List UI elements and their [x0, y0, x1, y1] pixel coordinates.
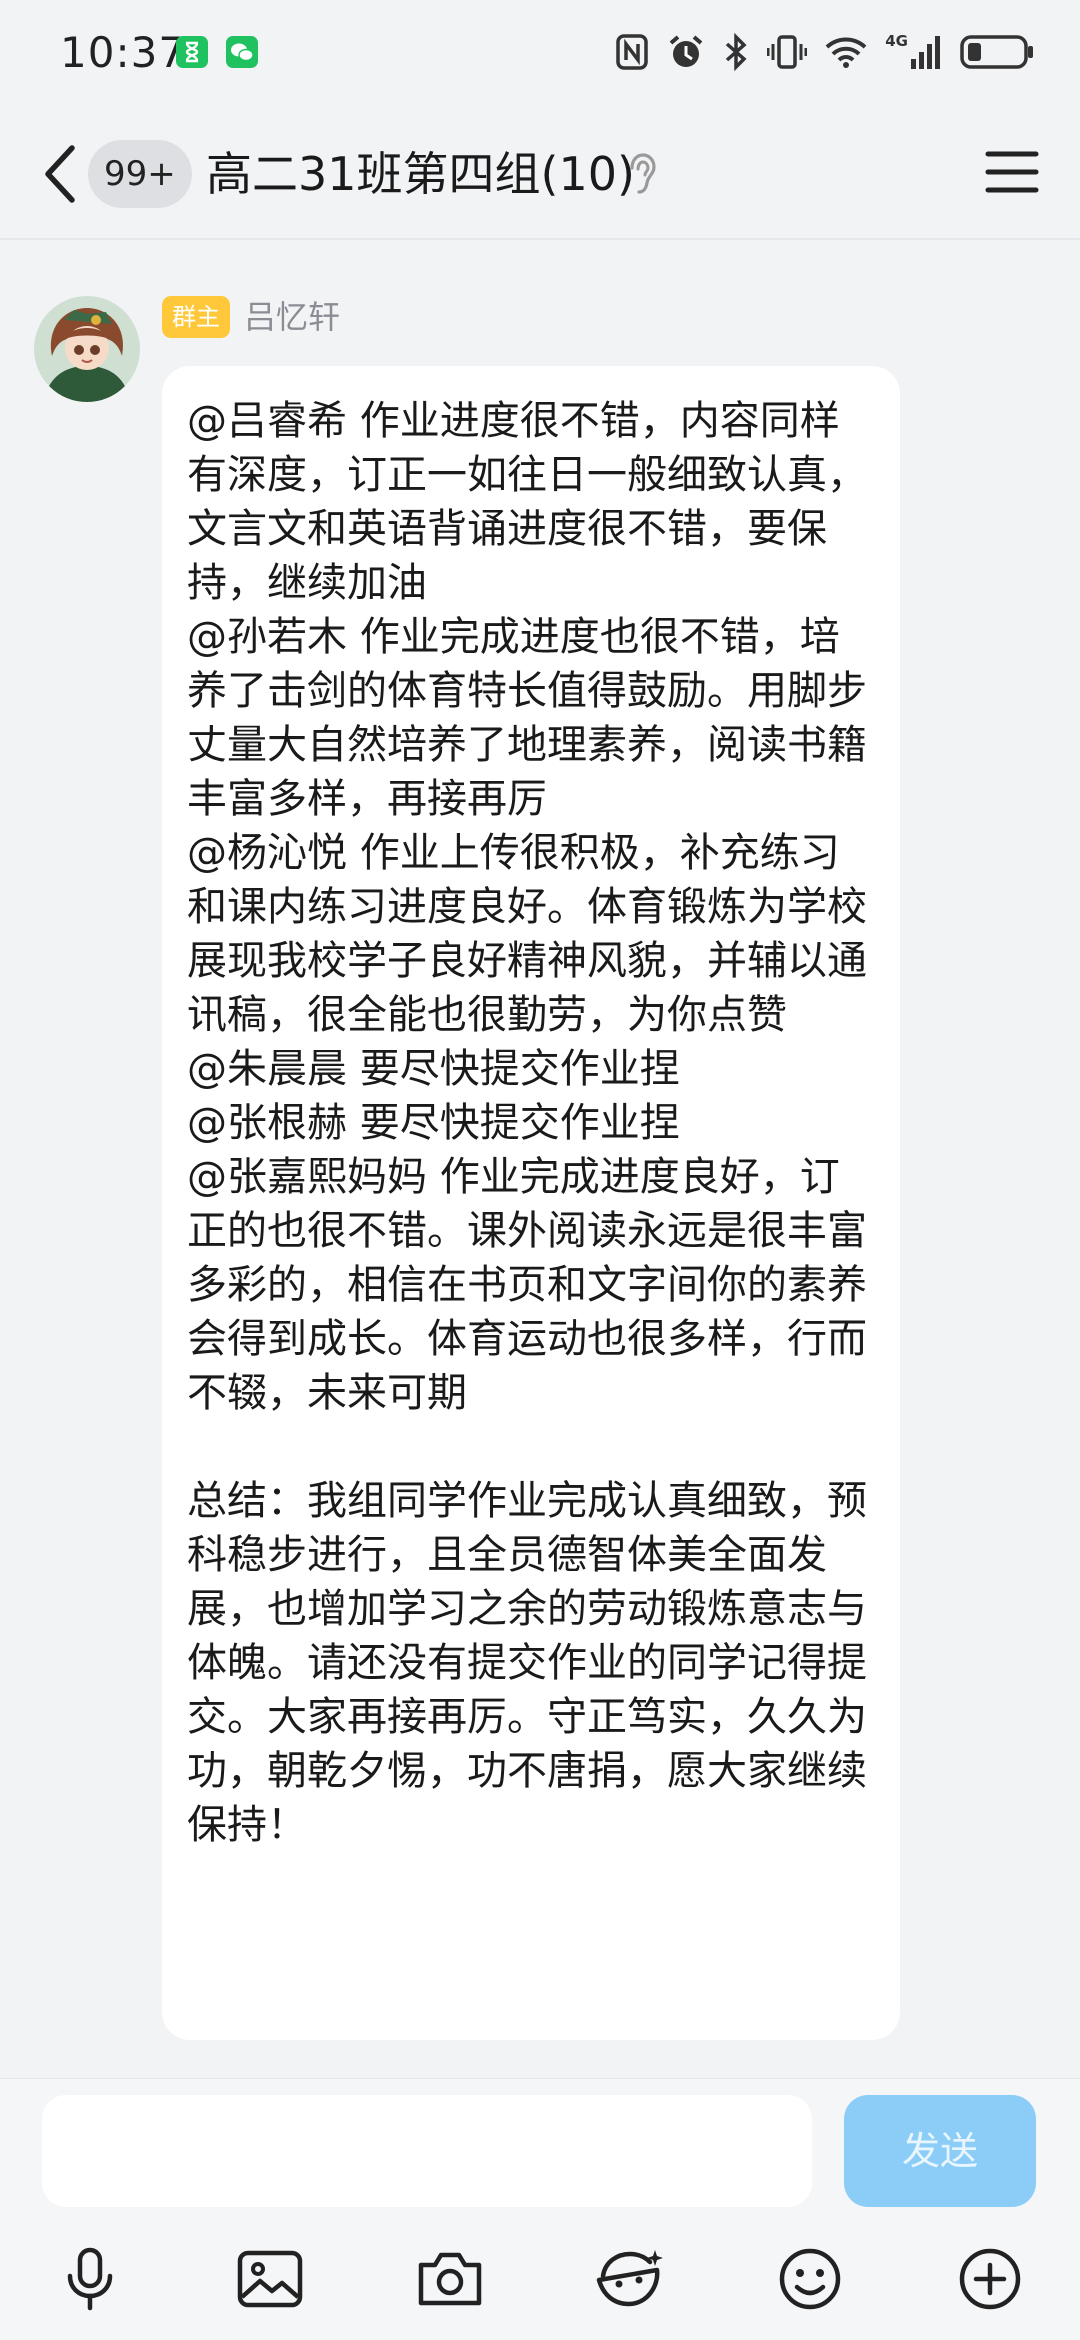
- nfc-icon: [615, 33, 649, 71]
- ear-mode-icon[interactable]: [626, 150, 658, 202]
- message-bubble[interactable]: @吕睿希 作业进度很不错，内容同样有深度，订正一如往日一般细致认真，文言文和英语…: [162, 366, 900, 2040]
- camera-icon: [418, 2252, 482, 2306]
- voice-button[interactable]: [52, 2241, 128, 2317]
- sender-name[interactable]: 吕忆轩: [244, 296, 340, 338]
- back-button[interactable]: [30, 134, 90, 214]
- hourglass-app-icon: [176, 36, 208, 68]
- status-icons: 4G: [615, 30, 1034, 74]
- message-text: @吕睿希 作业进度很不错，内容同样有深度，订正一如往日一般细致认真，文言文和英语…: [187, 398, 867, 1848]
- image-icon: [237, 2250, 303, 2308]
- menu-button[interactable]: [984, 144, 1040, 200]
- image-button[interactable]: [232, 2241, 308, 2317]
- magic-emoji-button[interactable]: [592, 2241, 668, 2317]
- status-bar: 10:37 4G: [0, 0, 1080, 106]
- magic-emoji-icon: [596, 2250, 663, 2307]
- wechat-app-icon: [226, 36, 258, 68]
- vibrate-icon: [767, 33, 808, 71]
- chat-title[interactable]: 高二31班第四组(10): [206, 142, 635, 206]
- message-input[interactable]: [42, 2095, 812, 2207]
- microphone-icon: [67, 2247, 113, 2311]
- chat-header: 99+ 高二31班第四组(10): [0, 106, 1080, 240]
- wifi-icon: [825, 35, 867, 69]
- bluetooth-icon: [723, 33, 749, 71]
- camera-button[interactable]: [412, 2241, 488, 2317]
- chat-screen: 10:37 4G 99+ 高二31班第四组(10) 群主 吕忆轩 @吕睿希 作业…: [0, 0, 1080, 2340]
- battery-icon: [960, 33, 1034, 71]
- plus-icon: [959, 2248, 1021, 2310]
- alarm-icon: [667, 33, 705, 71]
- emoji-button[interactable]: [772, 2241, 848, 2317]
- signal-4g-icon: 4G: [885, 33, 942, 71]
- status-time: 10:37: [60, 28, 187, 77]
- sender-avatar[interactable]: [34, 296, 140, 402]
- composer-bar: 发送: [0, 2078, 1080, 2340]
- group-owner-badge: 群主: [162, 296, 230, 338]
- send-button[interactable]: 发送: [844, 2095, 1036, 2207]
- more-button[interactable]: [952, 2241, 1028, 2317]
- smiley-icon: [779, 2248, 841, 2310]
- composer-toolbar: [0, 2229, 1080, 2329]
- hamburger-menu-icon: [985, 151, 1039, 193]
- unread-count-badge[interactable]: 99+: [88, 140, 192, 208]
- chevron-left-icon: [45, 145, 75, 203]
